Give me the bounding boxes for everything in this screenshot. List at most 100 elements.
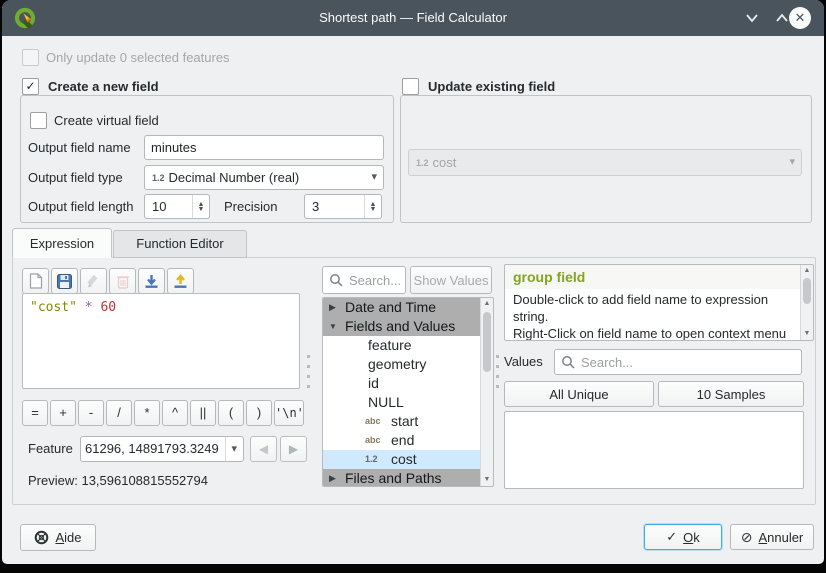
update-existing-field-checkbox[interactable] [402, 78, 419, 95]
chevron-down-icon: ▾ [789, 150, 795, 175]
tree-collapsed-icon[interactable]: ▶ [329, 298, 336, 317]
all-unique-label: All Unique [549, 387, 608, 402]
feature-combo[interactable]: 61296, 14891793.3249 ▾ [80, 436, 244, 462]
title-bar[interactable]: Shortest path — Field Calculator ✕ [2, 0, 824, 36]
function-search-input[interactable] [347, 268, 403, 292]
expression-editor[interactable]: "cost" * 60 [22, 293, 300, 389]
tree-item-cost[interactable]: 1.2 cost [323, 450, 493, 469]
string-type-icon: abc [365, 431, 387, 450]
close-window-icon[interactable]: ✕ [789, 7, 811, 29]
output-field-name-input[interactable] [144, 135, 384, 160]
spin-down-icon[interactable]: ▼ [198, 207, 205, 212]
scroll-up-icon[interactable]: ▲ [481, 298, 493, 310]
operator-power-button[interactable]: ^ [162, 400, 188, 426]
tree-item-null[interactable]: NULL [323, 393, 493, 412]
help-button[interactable]: Aide [20, 524, 96, 551]
tree-item-geometry[interactable]: geometry [323, 355, 493, 374]
expression-field-token: "cost" [30, 300, 77, 315]
tree-item-end[interactable]: abc end [323, 431, 493, 450]
show-values-label: Show Values [414, 273, 489, 288]
values-search-input[interactable] [579, 351, 799, 373]
save-icon [57, 274, 72, 289]
tree-item-start[interactable]: abc start [323, 412, 493, 431]
previous-arrow-icon: ◀ [259, 442, 268, 456]
output-field-type-value: Decimal Number (real) [169, 170, 300, 185]
scroll-down-icon[interactable]: ▼ [801, 328, 813, 340]
help-title: group field [505, 265, 800, 289]
operator-close-paren-button[interactable]: ) [246, 400, 272, 426]
create-virtual-field-checkbox[interactable] [30, 112, 47, 129]
tab-expression[interactable]: Expression [12, 228, 112, 258]
tree-item-id[interactable]: id [323, 374, 493, 393]
tree-scrollbar[interactable]: ▲ ▼ [480, 298, 493, 486]
chevron-down-icon: ▾ [371, 166, 377, 189]
output-field-length-spinner[interactable]: 10 ▲▼ [144, 194, 210, 219]
scroll-up-icon[interactable]: ▲ [801, 265, 813, 277]
values-list[interactable] [504, 411, 804, 489]
only-update-label: Only update 0 selected features [46, 49, 230, 66]
create-virtual-field-label: Create virtual field [54, 112, 159, 129]
help-scrollbar[interactable]: ▲ ▼ [800, 265, 813, 340]
save-expression-button[interactable] [51, 268, 78, 294]
splitter-left[interactable] [307, 355, 310, 393]
edit-expression-button [80, 268, 107, 294]
ok-button[interactable]: ✓ Ok [644, 524, 722, 550]
ten-samples-button[interactable]: 10 Samples [658, 381, 804, 407]
export-expressions-button[interactable] [167, 268, 194, 294]
check-icon: ✓ [25, 79, 35, 93]
operator-concat-button[interactable]: || [190, 400, 216, 426]
values-search-box[interactable] [554, 349, 802, 375]
operator-equals-button[interactable]: = [22, 400, 48, 426]
operator-newline-button[interactable]: '\n' [274, 400, 304, 426]
tree-group-fields-and-values[interactable]: ▼ Fields and Values [323, 317, 493, 336]
precision-value: 3 [312, 195, 319, 218]
ok-button-label: Ok [683, 530, 700, 545]
field-calculator-dialog: Shortest path — Field Calculator ✕ Only … [0, 0, 826, 573]
tree-item-feature[interactable]: feature [323, 336, 493, 355]
ten-samples-label: 10 Samples [697, 387, 766, 402]
help-line2: Right-Click on field name to open contex… [513, 325, 793, 341]
output-field-name-label: Output field name [28, 135, 131, 160]
pencil-icon [86, 274, 101, 289]
new-file-icon [29, 273, 43, 289]
all-unique-button[interactable]: All Unique [504, 381, 654, 407]
delete-expression-button [109, 268, 136, 294]
existing-field-value: cost [433, 155, 457, 170]
maximize-window-icon[interactable] [774, 12, 790, 24]
next-feature-button[interactable]: ▶ [280, 436, 307, 462]
function-search-box[interactable] [322, 266, 406, 294]
function-tree[interactable]: ▶ Date and Time ▼ Fields and Values feat… [322, 297, 494, 487]
operator-divide-button[interactable]: / [106, 400, 132, 426]
tree-collapsed-icon[interactable]: ▶ [329, 469, 336, 487]
tab-function-editor[interactable]: Function Editor [113, 230, 247, 258]
create-new-field-checkbox[interactable]: ✓ [22, 78, 39, 95]
operator-plus-button[interactable]: + [50, 400, 76, 426]
decimal-type-icon: 1.2 [365, 450, 387, 469]
preview-text: Preview: 13,596108815552794 [28, 468, 208, 493]
operator-multiply-button[interactable]: * [134, 400, 160, 426]
cancel-button[interactable]: ⊘ Annuler [730, 524, 814, 550]
tree-group-date-and-time[interactable]: ▶ Date and Time [323, 298, 493, 317]
search-icon [561, 355, 575, 369]
import-expressions-button[interactable] [138, 268, 165, 294]
update-existing-field-label: Update existing field [428, 78, 555, 95]
tree-group-files-and-paths[interactable]: ▶ Files and Paths [323, 469, 493, 487]
help-panel: group field Double-click to add field na… [504, 264, 814, 341]
operator-minus-button[interactable]: - [78, 400, 104, 426]
precision-spinner[interactable]: 3 ▲▼ [304, 194, 382, 219]
output-field-type-label: Output field type [28, 165, 123, 190]
spin-down-icon[interactable]: ▼ [370, 207, 377, 212]
trash-icon [116, 274, 130, 289]
new-expression-button[interactable] [22, 268, 49, 294]
tree-expanded-icon[interactable]: ▼ [329, 317, 337, 336]
scroll-down-icon[interactable]: ▼ [481, 474, 493, 486]
operator-open-paren-button[interactable]: ( [218, 400, 244, 426]
feature-label: Feature [28, 436, 73, 462]
shade-window-icon[interactable] [744, 12, 760, 24]
search-icon [329, 273, 343, 287]
export-arrow-icon [173, 274, 188, 289]
existing-field-combo: 1.2cost ▾ [408, 149, 802, 176]
window-title: Shortest path — Field Calculator [2, 0, 824, 36]
splitter-right[interactable] [496, 355, 499, 393]
output-field-type-combo[interactable]: 1.2Decimal Number (real) ▾ [144, 165, 384, 190]
